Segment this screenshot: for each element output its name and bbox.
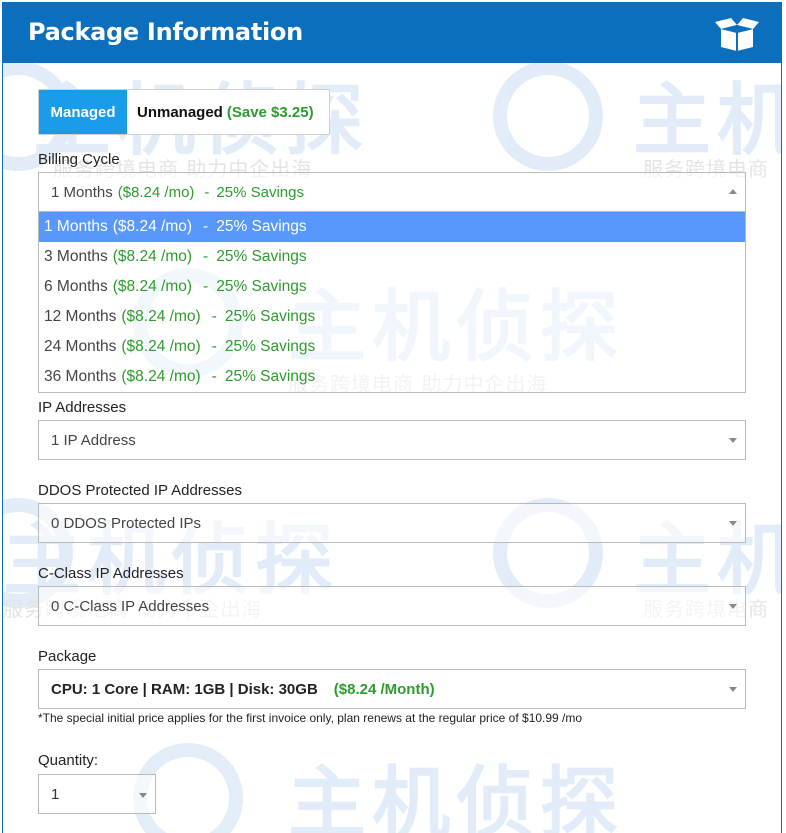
billing-cycle-option[interactable]: 24 Months ($8.24 /mo) -25% Savings — [39, 332, 745, 362]
billing-cycle-option-separator: - — [211, 338, 217, 355]
billing-cycle-option-savings: 25% Savings — [224, 308, 316, 325]
chevron-down-icon — [729, 604, 737, 609]
chevron-down-icon — [729, 521, 737, 526]
package-label: Package — [38, 648, 97, 665]
ddos-ips-select[interactable]: 0 DDOS Protected IPs — [38, 503, 746, 543]
billing-cycle-option-savings: 25% Savings — [224, 368, 316, 385]
billing-cycle-option-separator: - — [211, 308, 217, 325]
billing-cycle-option-price: ($8.24 /mo) — [121, 308, 201, 325]
ddos-ips-label: DDOS Protected IP Addresses — [38, 482, 242, 499]
billing-cycle-option-separator: - — [203, 218, 209, 235]
package-price-note: *The special initial price applies for t… — [38, 711, 583, 725]
ip-addresses-select[interactable]: 1 IP Address — [38, 420, 746, 460]
panel-title: Package Information — [28, 18, 303, 46]
billing-cycle-option-price: ($8.24 /mo) — [112, 248, 193, 265]
unmanaged-savings: (Save $3.25) — [226, 103, 314, 121]
quantity-select[interactable]: 1 — [38, 774, 156, 814]
billing-cycle-option-price: ($8.24 /mo) — [112, 278, 193, 295]
billing-cycle-selected-price: ($8.24 /mo) — [117, 183, 195, 201]
billing-cycle-option-term: 3 Months — [44, 248, 108, 265]
watermark-brand: 主机侦探 — [633, 76, 781, 166]
billing-cycle-select[interactable]: 1 Months ($8.24 /mo) - 25% Savings — [38, 172, 746, 212]
billing-cycle-option-separator: - — [203, 248, 209, 265]
billing-cycle-option-term: 1 Months — [44, 218, 108, 235]
managed-option-button[interactable]: Managed — [39, 90, 127, 134]
cclass-ips-select[interactable]: 0 C-Class IP Addresses — [38, 586, 746, 626]
package-price: ($8.24 /Month) — [333, 680, 435, 698]
chevron-down-icon — [729, 438, 737, 443]
ip-addresses-label: IP Addresses — [38, 399, 127, 416]
billing-cycle-option-term: 24 Months — [44, 338, 117, 355]
billing-cycle-selected-separator: - — [204, 183, 210, 201]
cclass-ips-label: C-Class IP Addresses — [38, 565, 184, 582]
billing-cycle-option[interactable]: 36 Months ($8.24 /mo) -25% Savings — [39, 362, 745, 392]
billing-cycle-option-price: ($8.24 /mo) — [112, 218, 193, 235]
billing-cycle-option-term: 6 Months — [44, 278, 108, 295]
billing-cycle-option-separator: - — [211, 368, 217, 385]
management-toggle: Managed Unmanaged (Save $3.25) — [38, 89, 330, 135]
panel-header: Package Information — [3, 3, 781, 63]
billing-cycle-option-savings: 25% Savings — [224, 338, 316, 355]
billing-cycle-dropdown: 1 Months ($8.24 /mo) -25% Savings 3 Months(… — [38, 212, 746, 393]
quantity-label: Quantity: — [38, 752, 99, 769]
billing-cycle-option-price: ($8.24 /mo) — [121, 368, 201, 385]
unmanaged-option-button[interactable]: Unmanaged (Save $3.25) — [127, 90, 329, 134]
package-select[interactable]: CPU: 1 Core | RAM: 1GB | Disk: 30GB ($8.… — [38, 669, 746, 709]
billing-cycle-option-savings: 25% Savings — [216, 278, 307, 295]
billing-cycle-option-term: 36 Months — [44, 368, 117, 385]
chevron-up-icon — [729, 189, 737, 194]
billing-cycle-option[interactable]: 1 Months ($8.24 /mo) -25% Savings — [39, 212, 745, 242]
quantity-value: 1 — [51, 785, 60, 803]
open-box-icon — [715, 18, 759, 51]
package-information-panel: 主机侦探 服务跨境电商 助力中企出海 主机侦探 服务跨境电商 主机侦探 服务跨境… — [2, 2, 782, 833]
billing-cycle-option-savings: 25% Savings — [216, 248, 307, 265]
billing-cycle-option-term: 12 Months — [44, 308, 117, 325]
billing-cycle-option[interactable]: 3 Months ($8.24 /mo) -25% Savings — [39, 242, 745, 272]
billing-cycle-option-separator: - — [203, 278, 209, 295]
billing-cycle-label: Billing Cycle — [38, 151, 120, 168]
unmanaged-label: Unmanaged — [137, 103, 223, 121]
billing-cycle-option-price: ($8.24 /mo) — [121, 338, 201, 355]
billing-cycle-selected-term: 1 Months — [51, 183, 113, 201]
billing-cycle-option[interactable]: 6 Months ($8.24 /mo) -25% Savings — [39, 272, 745, 302]
chevron-down-icon — [139, 793, 147, 798]
ip-addresses-value: 1 IP Address — [51, 431, 136, 449]
billing-cycle-selected-savings: 25% Savings — [216, 183, 304, 201]
cclass-ips-value: 0 C-Class IP Addresses — [51, 597, 210, 615]
billing-cycle-option-savings: 25% Savings — [216, 218, 307, 235]
ddos-ips-value: 0 DDOS Protected IPs — [51, 514, 202, 532]
billing-cycle-option[interactable]: 12 Months ($8.24 /mo) -25% Savings — [39, 302, 745, 332]
chevron-down-icon — [729, 687, 737, 692]
watermark-globe-icon — [493, 61, 603, 171]
watermark-brand: 主机侦探 — [288, 759, 625, 833]
package-value: CPU: 1 Core | RAM: 1GB | Disk: 30GB — [51, 680, 318, 698]
